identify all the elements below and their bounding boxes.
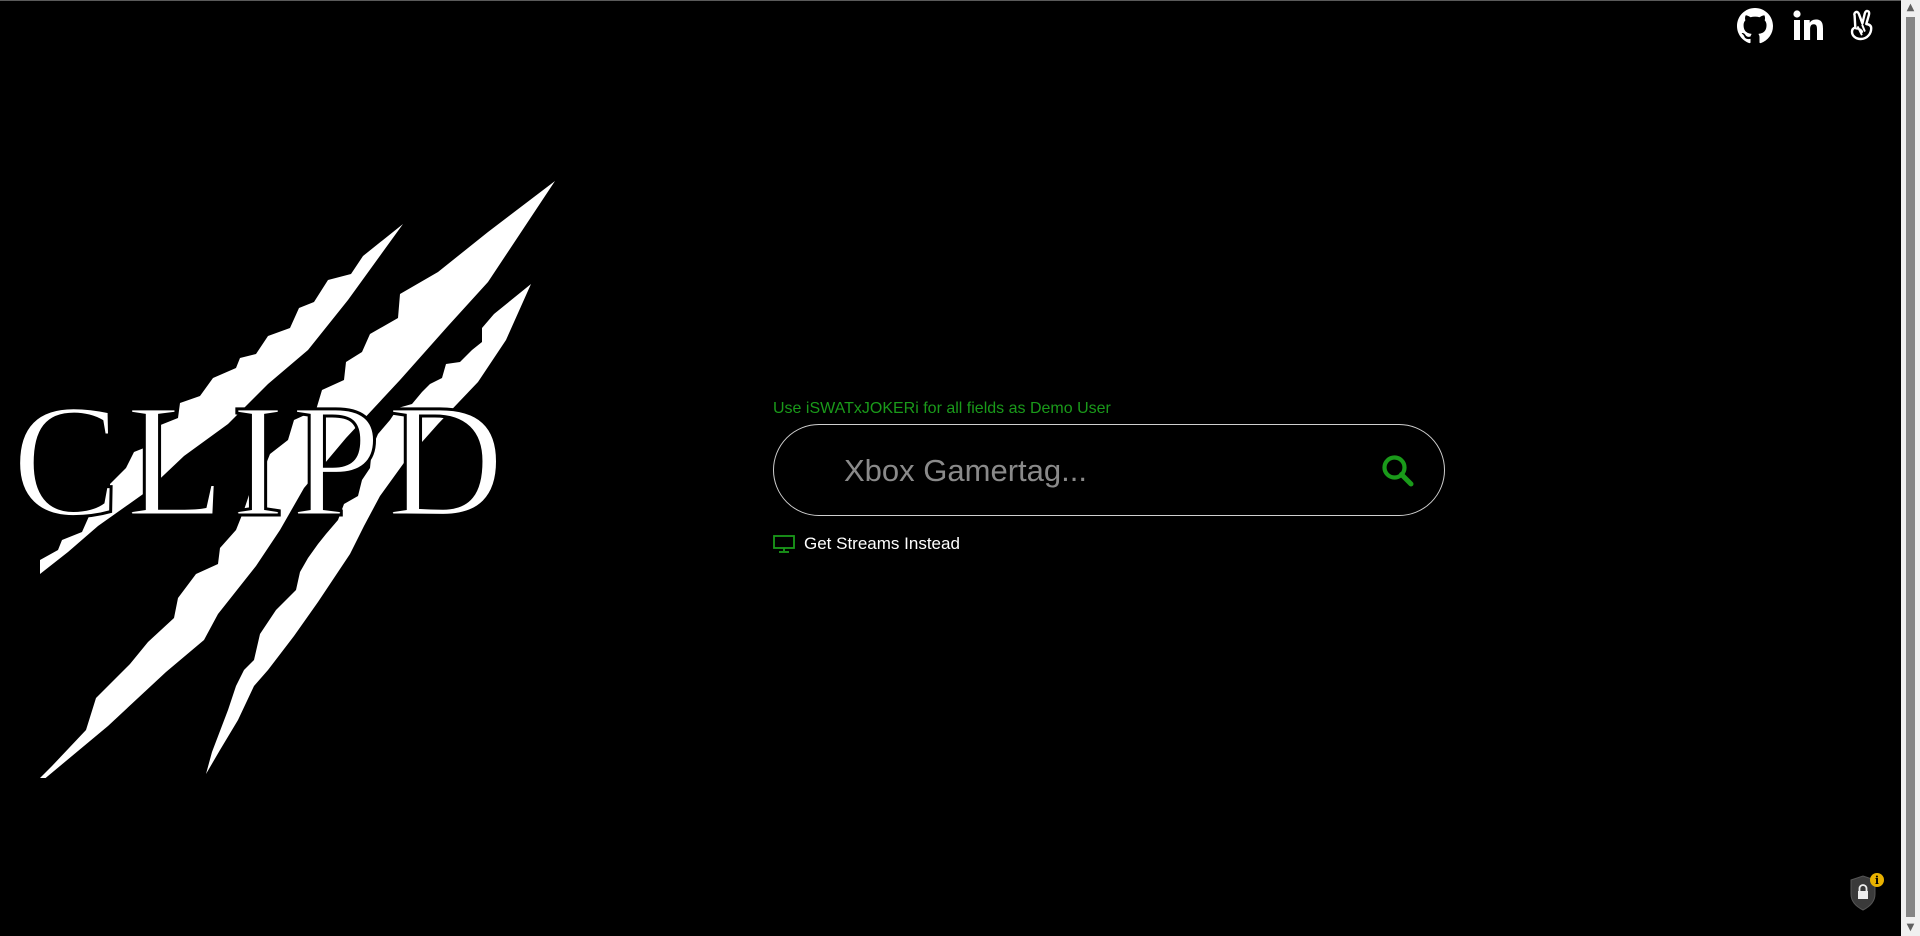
monitor-icon: [773, 535, 795, 553]
clipd-logo: CLIPD: [8, 178, 568, 778]
logo-text: CLIPD: [12, 372, 502, 551]
claw-scratch-logo: CLIPD: [11, 181, 555, 778]
scroll-thumb[interactable]: [1906, 17, 1915, 917]
shield-lock-icon: i: [1850, 873, 1884, 911]
search-icon: [1382, 455, 1414, 487]
scroll-down-arrow-icon[interactable]: ▼: [1901, 920, 1920, 936]
vertical-scrollbar[interactable]: ▲ ▼: [1901, 0, 1920, 936]
scroll-up-arrow-icon[interactable]: ▲: [1901, 0, 1920, 16]
github-icon: [1737, 8, 1773, 44]
search-area: Use iSWATxJOKERi for all fields as Demo …: [773, 400, 1447, 554]
social-links: [1737, 8, 1881, 44]
privacy-badge[interactable]: i: [1847, 872, 1887, 912]
linkedin-link[interactable]: [1791, 8, 1827, 44]
gamertag-search-input[interactable]: [842, 445, 1346, 497]
get-streams-toggle[interactable]: Get Streams Instead: [773, 534, 1447, 554]
angellist-link[interactable]: [1845, 8, 1881, 44]
page: CLIPD Use iSWATxJOKERi for all fields as…: [0, 0, 1920, 936]
linkedin-icon: [1793, 10, 1823, 40]
angellist-icon: [1850, 9, 1873, 41]
window-top-border: [0, 0, 1901, 1]
github-link[interactable]: [1737, 8, 1773, 44]
search-button[interactable]: [1380, 453, 1416, 489]
svg-text:i: i: [1875, 874, 1879, 887]
get-streams-label: Get Streams Instead: [804, 534, 960, 553]
search-box: [773, 424, 1445, 516]
demo-user-hint: Use iSWATxJOKERi for all fields as Demo …: [773, 400, 1111, 417]
